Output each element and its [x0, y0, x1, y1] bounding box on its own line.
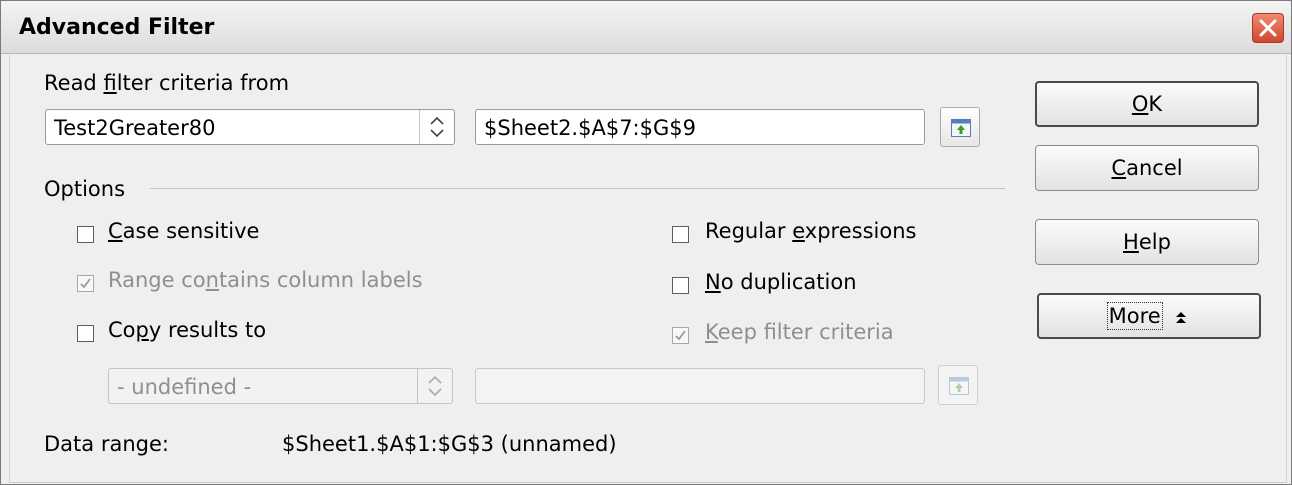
dialog-body: Read filter criteria from Test2Greater80…	[9, 55, 1287, 483]
help-button[interactable]: Help	[1035, 219, 1259, 265]
criteria-shrink-button[interactable]	[940, 107, 980, 147]
named-range-select[interactable]: Test2Greater80	[45, 109, 455, 145]
range-contains-labels-label[interactable]: Range contains column labels	[108, 268, 423, 292]
range-contains-labels-checkbox[interactable]	[77, 275, 94, 292]
keep-filter-label[interactable]: Keep filter criteria	[705, 320, 894, 344]
named-range-value: Test2Greater80	[54, 116, 216, 140]
more-label: More	[1106, 302, 1163, 330]
options-label: Options	[44, 177, 126, 201]
copy-target-select[interactable]: - undefined -	[108, 368, 453, 404]
copy-results-label[interactable]: Copy results to	[108, 318, 266, 342]
close-icon	[1259, 19, 1277, 37]
close-button[interactable]	[1252, 13, 1284, 43]
shrink-range-icon	[951, 119, 971, 137]
data-range-value: $Sheet1.$A$1:$G$3 (unnamed)	[282, 432, 617, 456]
cancel-button[interactable]: Cancel	[1035, 145, 1259, 191]
criteria-group-label: Read filter criteria from	[44, 71, 290, 95]
shrink-range-icon	[949, 377, 969, 395]
criteria-range-input[interactable]: $Sheet2.$A$7:$G$9	[475, 109, 925, 145]
no-duplication-checkbox[interactable]	[672, 277, 689, 294]
collapse-up-icon	[1176, 312, 1187, 323]
options-separator	[150, 188, 1005, 189]
more-button[interactable]: More	[1037, 293, 1261, 339]
ok-button[interactable]: OK	[1035, 81, 1259, 127]
regular-expressions-label[interactable]: Regular expressions	[705, 219, 916, 243]
case-sensitive-checkbox[interactable]	[77, 226, 94, 243]
copy-target-shrink-button[interactable]	[938, 365, 978, 405]
title-bar: Advanced Filter	[1, 1, 1291, 54]
dialog-title: Advanced Filter	[19, 15, 215, 40]
keep-filter-checkbox[interactable]	[672, 327, 689, 344]
no-duplication-label[interactable]: No duplication	[705, 270, 857, 294]
case-sensitive-label[interactable]: Case sensitive	[108, 219, 259, 243]
copy-target-value: - undefined -	[117, 375, 252, 399]
criteria-range-value: $Sheet2.$A$7:$G$9	[484, 116, 696, 140]
updown-icon[interactable]	[417, 369, 452, 403]
regular-expressions-checkbox[interactable]	[672, 226, 689, 243]
copy-target-input[interactable]	[475, 368, 925, 404]
data-range-label: Data range:	[44, 432, 169, 456]
updown-icon[interactable]	[419, 110, 454, 144]
copy-results-checkbox[interactable]	[77, 325, 94, 342]
advanced-filter-dialog: Advanced Filter Read filter criteria fro…	[0, 0, 1292, 485]
